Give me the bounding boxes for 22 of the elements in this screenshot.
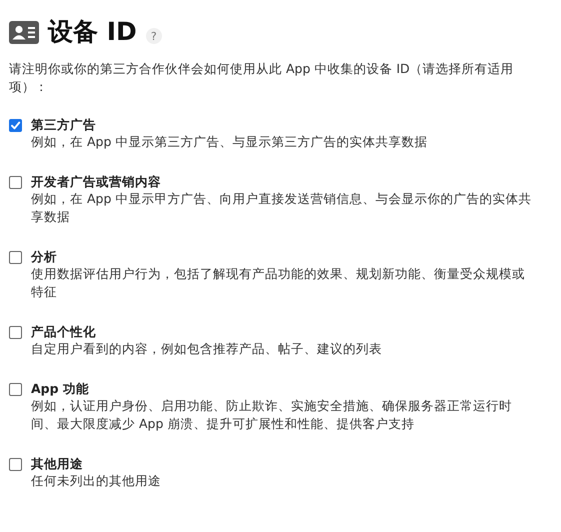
help-button[interactable]: ?	[146, 28, 162, 44]
checkbox[interactable]	[9, 251, 22, 264]
option-description: 例如，认证用户身份、启用功能、防止欺诈、实施安全措施、确保服务器正常运行时间、最大限度减少 App 崩溃、提升可扩展性和性能、提供客户支持	[31, 397, 513, 433]
option-label: 分析	[31, 248, 58, 265]
checkbox[interactable]	[9, 383, 22, 396]
option-description: 例如，在 App 中显示甲方广告、向用户直接发送营销信息、与会显示你的广告的实体共享数据	[31, 190, 532, 226]
option-description: 例如，在 App 中显示第三方广告、与显示第三方广告的实体共享数据	[31, 133, 428, 151]
checkbox[interactable]	[9, 119, 22, 132]
id-card-icon	[9, 20, 39, 44]
checkbox[interactable]	[9, 326, 22, 339]
option-description: 使用数据评估用户行为，包括了解现有产品功能的效果、规划新功能、衡量受众规模或特征	[31, 265, 526, 301]
option-label: 其他用途	[31, 455, 84, 472]
option-label: 产品个性化	[31, 323, 97, 340]
option-label: 开发者广告或营销内容	[31, 173, 162, 190]
option-label: App 功能	[31, 380, 90, 397]
page-title: 设备 ID	[48, 17, 137, 47]
checkbox[interactable]	[9, 458, 22, 471]
option-description: 任何未列出的其他用途	[31, 472, 162, 490]
checkbox[interactable]	[9, 176, 22, 189]
instruction-text: 请注明你或你的第三方合作伙伴会如何使用从此 App 中收集的设备 ID（请选择所有适用项）：	[9, 60, 515, 96]
option-description: 自定用户看到的内容，例如包含推荐产品、帖子、建议的列表	[31, 340, 383, 358]
option-label: 第三方广告	[31, 116, 97, 133]
